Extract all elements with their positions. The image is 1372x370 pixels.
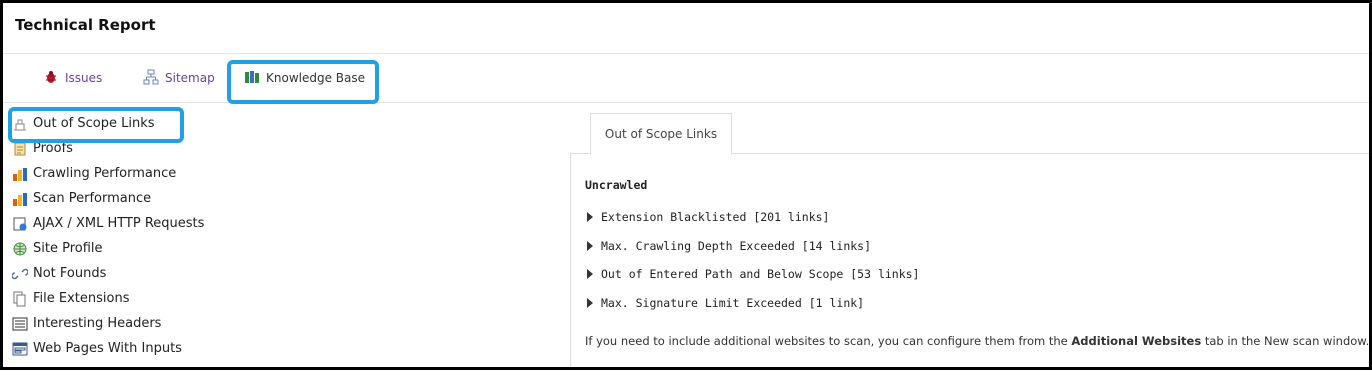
sitemap-icon [143,69,159,88]
headers-icon [11,316,29,332]
tab-issues-label: Issues [65,71,103,85]
kb-item-label: Crawling Performance [33,166,177,181]
uncrawled-row-label: Out of Entered Path and Below Scope [53 … [601,267,920,281]
report-tabs: Issues Sitemap Knowledge Base [3,54,1369,103]
ajax-icon [11,216,29,232]
highlight-box-tab [227,60,379,104]
kb-item-label: Web Pages With Inputs [33,341,182,356]
kb-item-web-pages-with-inputs[interactable]: Web Pages With Inputs [11,336,551,361]
kb-item-ajax-requests[interactable]: AJAX / XML HTTP Requests [11,211,551,236]
panel-tab-out-of-scope-links[interactable]: Out of Scope Links [590,113,732,155]
globe-icon [11,241,29,257]
highlight-box-item [8,107,184,143]
expand-caret-icon [587,269,593,279]
files-icon [11,291,29,307]
expand-caret-icon [587,212,593,222]
tab-issues[interactable]: Issues [43,54,102,102]
tab-sitemap[interactable]: Sitemap [143,54,215,102]
kb-item-crawling-performance[interactable]: Crawling Performance [11,161,551,186]
kb-item-file-extensions[interactable]: File Extensions [11,286,551,311]
kb-item-label: Scan Performance [33,191,152,206]
page-title: Technical Report [15,16,156,34]
uncrawled-row[interactable]: Extension Blacklisted [201 links] [587,210,829,224]
bar-chart-icon [11,191,29,207]
help-note-post: tab in the New scan window. [1201,334,1370,348]
uncrawled-row[interactable]: Max. Signature Limit Exceeded [1 link] [587,296,864,310]
kb-item-label: Interesting Headers [33,316,162,331]
detail-panel: Out of Scope Links Uncrawled Extension B… [570,109,1369,367]
expand-caret-icon [587,298,593,308]
uncrawled-row-label: Max. Signature Limit Exceeded [1 link] [601,296,865,310]
uncrawled-row[interactable]: Out of Entered Path and Below Scope [53 … [587,267,920,281]
help-note: If you need to include additional websit… [585,334,1369,348]
kb-item-label: Not Founds [33,266,107,281]
help-note-pre: If you need to include additional websit… [585,334,1072,348]
section-title: Uncrawled [585,178,648,192]
kb-item-not-founds[interactable]: Not Founds [11,261,551,286]
bug-icon [43,69,59,88]
bar-chart-icon [11,166,29,182]
uncrawled-row-label: Max. Crawling Depth Exceeded [14 links] [601,239,872,253]
broken-link-icon [11,266,29,282]
knowledge-base-list: Out of Scope Links Proofs Crawling Perfo… [11,111,551,361]
form-icon [11,341,29,357]
panel-content: Uncrawled Extension Blacklisted [201 lin… [570,153,1369,367]
expand-caret-icon [587,241,593,251]
kb-item-label: AJAX / XML HTTP Requests [33,216,205,231]
kb-item-site-profile[interactable]: Site Profile [11,236,551,261]
report-window: Technical Report Issues Sitemap Knowledg… [0,0,1372,370]
kb-item-label: Proofs [33,141,73,156]
kb-item-label: File Extensions [33,291,130,306]
uncrawled-row-label: Extension Blacklisted [201 links] [601,210,830,224]
tab-sitemap-label: Sitemap [165,71,215,85]
kb-item-scan-performance[interactable]: Scan Performance [11,186,551,211]
header: Technical Report [3,3,1369,54]
uncrawled-row[interactable]: Max. Crawling Depth Exceeded [14 links] [587,239,871,253]
additional-websites-link: Additional Websites [1071,334,1202,348]
kb-item-interesting-headers[interactable]: Interesting Headers [11,311,551,336]
kb-item-label: Site Profile [33,241,103,256]
